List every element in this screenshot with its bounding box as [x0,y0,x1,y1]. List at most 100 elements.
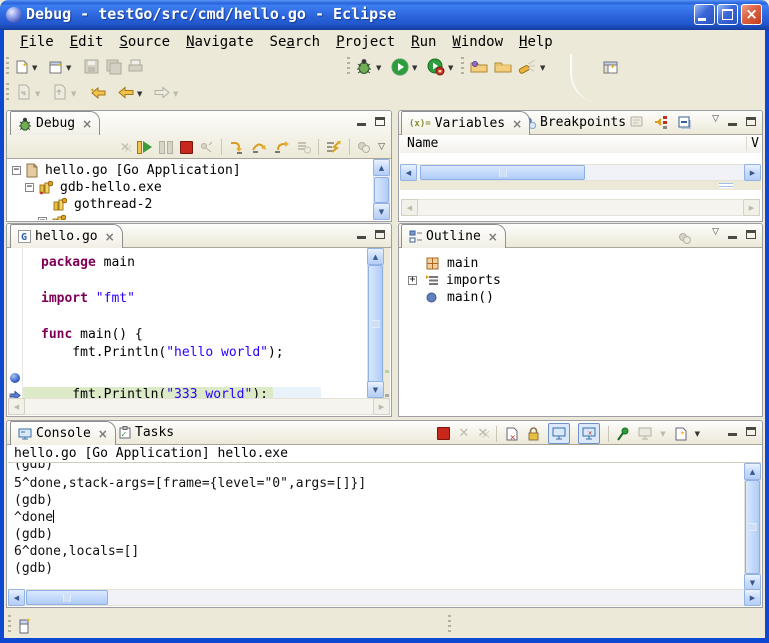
tab-close-icon[interactable]: × [512,117,522,131]
maximize-view-icon[interactable] [746,230,756,239]
minimize-view-icon[interactable] [728,123,737,126]
variables-details-pane[interactable]: ◀ ▶ [400,190,761,220]
console-output[interactable]: (gdb) 5^done,stack-args=[frame={level="0… [8,463,743,591]
details-hscrollbar-track[interactable] [401,199,760,216]
titlebar[interactable]: Debug - testGo/src/cmd/hello.go - Eclips… [0,0,769,30]
step-into-icon[interactable] [229,140,244,154]
editor-hscrollbar-track[interactable] [8,398,390,415]
console-hscrollbar-thumb[interactable] [26,590,108,605]
scroll-left-button[interactable]: ◀ [8,589,25,606]
tab-tasks[interactable]: ✓ Tasks [112,421,181,444]
step-return-icon[interactable] [274,140,289,154]
go-into-file-dropdown[interactable]: ▼ [71,90,76,98]
menu-help[interactable]: Help [511,32,561,52]
new-project-button[interactable]: ✦ [48,59,64,75]
menu-window[interactable]: Window [444,32,511,52]
external-tools-dropdown[interactable]: ▼ [448,64,453,72]
last-edit-file-button[interactable] [16,84,31,100]
show-type-names-disabled-icon[interactable] [630,115,646,129]
remove-terminated-icon[interactable]: ✕ [120,140,130,154]
run-dropdown[interactable]: ▼ [412,64,417,72]
statusbar-drag-handle[interactable] [448,615,451,635]
display-console-disabled-icon[interactable] [638,427,652,440]
fast-view-button[interactable]: ✦ [18,616,33,634]
scroll-right-button[interactable]: ▶ [744,164,761,181]
close-button[interactable]: × [741,4,762,25]
scroll-down-button[interactable]: ▼ [367,381,384,398]
new-project-dropdown[interactable]: ▼ [66,64,71,72]
run-button[interactable] [391,58,409,76]
outline-item[interactable]: main [445,256,480,271]
menu-file[interactable]: File [12,32,62,52]
menu-edit[interactable]: Edit [62,32,112,52]
use-step-filters-icon[interactable] [326,140,342,154]
save-button[interactable] [84,59,99,74]
minimize-view-icon[interactable] [728,236,737,239]
step-over-icon[interactable] [251,140,267,154]
menu-project[interactable]: Project [328,32,403,52]
disconnect-icon[interactable] [200,141,214,154]
display-console-dropdown[interactable]: ▼ [660,430,665,438]
forward-dropdown[interactable]: ▼ [173,90,178,98]
tab-hello-go[interactable]: G hello.go × [10,224,123,248]
scroll-right-button[interactable]: ▶ [744,589,761,606]
show-stdout-toggle[interactable] [548,423,570,444]
expand-toggle[interactable]: − [25,183,34,192]
back-button[interactable] [118,85,134,99]
scroll-left-button[interactable]: ◀ [400,164,417,181]
expand-toggle[interactable]: − [38,217,47,220]
scroll-up-button[interactable]: ▲ [373,159,390,176]
menu-run[interactable]: Run [403,32,444,52]
tab-breakpoints[interactable]: Breakpoints [517,111,633,134]
menu-search[interactable]: Search [262,32,329,52]
last-edit-location-button[interactable]: ✦ [90,85,107,99]
scroll-up-button[interactable]: ▲ [744,463,761,480]
link-editor-disabled-icon[interactable] [678,232,692,244]
minimize-view-icon[interactable] [728,433,737,436]
scroll-lock-icon[interactable] [527,427,540,441]
open-resource-button[interactable] [494,59,512,73]
terminate-icon[interactable] [180,141,193,154]
variables-tree-empty[interactable] [400,153,761,164]
maximize-view-icon[interactable] [375,230,385,239]
toolbar-drag-handle[interactable] [461,57,464,77]
outline-item[interactable]: main() [445,290,496,305]
expand-toggle[interactable]: − [12,166,21,175]
view-menu-icon[interactable]: ▽ [378,142,385,152]
maximize-view-icon[interactable] [375,117,385,126]
view-menu-icon[interactable]: ▽ [712,227,719,237]
forward-button[interactable] [154,85,170,99]
scroll-right-button[interactable]: ▶ [743,199,760,216]
back-dropdown[interactable]: ▼ [137,90,142,98]
search-dropdown[interactable]: ▼ [540,64,545,72]
pin-console-icon[interactable] [617,427,630,441]
last-edit-file-dropdown[interactable]: ▼ [35,90,40,98]
open-console-dropdown[interactable]: ▼ [695,430,700,438]
go-into-file-button[interactable] [52,84,67,100]
menu-navigate[interactable]: Navigate [178,32,261,52]
scroll-down-button[interactable]: ▼ [373,203,390,220]
tab-close-icon[interactable]: × [488,230,498,244]
tab-close-icon[interactable]: × [82,117,92,131]
new-wizard-button[interactable]: ✦ [14,59,30,75]
debug-tree-item-clipped[interactable]: − [38,213,71,220]
column-value[interactable]: V [746,136,759,151]
overview-ruler[interactable] [384,248,390,398]
view-filter-disabled-icon[interactable] [357,141,371,153]
open-type-button[interactable] [470,59,488,73]
save-all-button[interactable] [106,59,122,75]
remove-all-launches-disabled-icon[interactable]: ✕ [477,426,488,441]
tab-close-icon[interactable]: × [105,230,115,244]
scroll-left-button[interactable]: ◀ [8,398,25,415]
console-hscrollbar-track[interactable] [8,589,761,606]
view-menu-icon[interactable]: ▽ [712,114,719,124]
search-button[interactable] [518,58,536,76]
debug-button[interactable] [356,58,373,75]
terminate-icon[interactable] [437,427,450,440]
scroll-left-button[interactable]: ◀ [401,199,418,216]
minimize-view-icon[interactable] [357,236,366,239]
open-console-icon[interactable]: ✦ [674,427,687,441]
scroll-up-button[interactable]: ▲ [367,248,384,265]
tab-variables[interactable]: (x)= Variables × [401,111,530,135]
expand-toggle[interactable]: + [408,276,417,285]
